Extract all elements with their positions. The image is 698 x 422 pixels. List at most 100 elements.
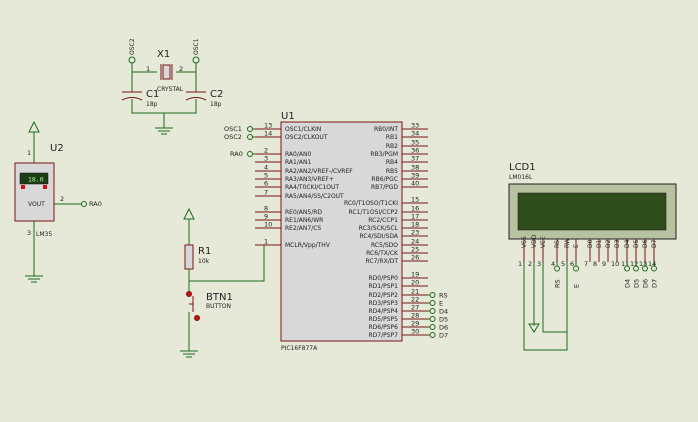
u1-pin-number: 39 [411,172,419,180]
crystal-ground-symbol [155,127,173,135]
lcd1-pin-label: D6 [642,239,649,248]
u1-pin-number: 25 [411,246,419,254]
u1-pin-number: 10 [264,221,272,229]
btn1-button[interactable]: BTN1 BUTTON [186,291,233,321]
lcd1-pin-number: 7 [584,260,588,268]
u2-led-right [43,185,47,189]
u1-pin-label: RB6/PGC [371,176,398,183]
crystal-circuit: OSC2 OSC1 X1 CRYSTAL 1 2 C1 18p C2 18p [121,38,223,135]
u1-pin-number: 7 [264,189,268,197]
u1-pin-label: RB5 [386,168,398,175]
btn1-value: BUTTON [206,303,231,310]
u1-pin-number: 20 [411,279,419,287]
u1-pin-number: 18 [411,221,419,229]
u1-pin-label: RA5/AN4/SS/C2OUT [285,193,344,200]
u2-ground-symbol [25,275,43,283]
u1-pin-label: RA2/AN2/VREF-/CVREF [285,168,353,175]
u1-pin-number: 2 [264,147,268,155]
u1-pin-label: RD0/PSP0 [369,275,399,282]
u1-pin-label: RE2/AN7/CS [285,225,321,232]
x1-value: CRYSTAL [157,86,184,93]
u1-pin-number: 37 [411,155,419,163]
u1-pin-number: 33 [411,122,419,130]
u1-rd-net-label: RS [439,292,448,300]
x1-net-osc1: OSC1 [193,38,200,55]
lcd1-net-label: D4 [624,279,632,288]
u1-pin-label: RC0/T1OSO/T1CKI [344,200,398,207]
u1-net-osc1: OSC1 [224,125,242,133]
u1-ref: U1 [281,111,295,122]
x1-pin2-number: 2 [179,65,183,73]
u1-rd-terminal [429,308,436,314]
lcd1-pin-label: VDD [531,234,538,248]
u1-pin-number: 35 [411,139,419,147]
lcd1-net-label: D7 [651,279,659,288]
u1-pin-number: 15 [411,196,419,204]
u1-pin-number: 30 [411,328,419,336]
u1-pin-label: RD1/PSP1 [369,283,399,290]
btn1-ref: BTN1 [206,292,233,303]
lcd1-pin-label: D7 [651,239,658,248]
u1-pin-label: RD7/PSP7 [369,332,399,339]
u1-pin-number: 6 [264,180,268,188]
lcd1-pin-number: 6 [570,260,574,268]
lcd1-net-terminal [554,265,560,272]
u1-pin-label: RB7/PGD [371,184,398,191]
u1-rd-net-label: D4 [439,308,448,316]
u1-ra0-terminal [247,151,253,157]
lcd1-pin-number: 8 [593,260,597,268]
lcd1-net-label: D5 [633,279,641,288]
u1-pin-label: RC5/SDO [371,242,398,249]
u1-pin-label: RC2/CCP1 [368,217,398,224]
u1-pin-number: 26 [411,254,419,262]
u1-pin-label: RA3/AN3/VREF+ [285,176,334,183]
u1-pin-number: 13 [264,122,272,130]
lcd1-display: LCD1 LM016L VSS1VDD2VEE3RS4RSRW5E6ED07D1… [508,162,677,351]
lcd1-pin-label: D2 [605,239,612,248]
r1-resistor [184,244,194,270]
u1-pin-number: 22 [411,296,419,304]
u1-pin-number: 19 [411,271,419,279]
u1-pin-label: OSC2/CLKOUT [285,134,328,141]
u1-pin-number: 34 [411,130,419,138]
u1-pin-number: 14 [264,130,272,138]
u1-pin-label: RC3/SCK/SCL [359,225,399,232]
lcd1-net-label: D6 [642,279,650,288]
u1-rd-terminal [429,316,436,322]
c1-capacitor: C1 18p [121,89,159,108]
u1-pin-number: 4 [264,164,268,172]
x1-ref: X1 [157,49,170,60]
lcd1-screen [517,192,667,231]
u1-rd-terminal [429,300,436,306]
lcd1-pin-label: VSS [521,236,528,248]
x1-crystal: X1 CRYSTAL 1 2 [146,49,184,93]
u1-rd-net-label: D5 [439,316,448,324]
u1-pin-number: 16 [411,205,419,213]
lcd1-pin-label: VEE [540,236,547,248]
lcd1-pins: VSS1VDD2VEE3RS4RSRW5E6ED07D18D29D310D411… [518,234,659,288]
c1-ref: C1 [146,89,159,100]
lcd1-pin-number: 2 [528,260,532,268]
u1-pin-label: RB2 [386,143,398,150]
r1-ref: R1 [198,246,211,257]
u2-pin1-number: 1 [27,149,31,157]
u1-pin-number: 8 [264,205,268,213]
u1-pin-number: 23 [411,229,419,237]
u1-rd-net-label: D6 [439,324,448,332]
u1-pin-number: 1 [264,238,268,246]
schematic-canvas: OSC2 OSC1 X1 CRYSTAL 1 2 C1 18p C2 18p 1… [14,38,677,358]
x1-pin1-number: 1 [146,65,150,73]
c2-value: 18p [210,101,222,108]
u1-pin-label: OSC1/CLKIN [285,126,321,133]
u1-pin-label: RD4/PSP4 [369,308,399,315]
u1-pin-number: 29 [411,320,419,328]
c2-ref: C2 [210,89,223,100]
u1-pin-label: RC6/TX/CK [366,250,399,257]
u2-vout-label: VOUT [28,201,45,208]
lcd1-net-terminal [573,265,579,272]
u2-ra0-terminal [81,201,87,207]
u2-ref: U2 [50,143,64,154]
lcd1-pin-number: 10 [611,260,619,268]
c1-value: 18p [146,101,158,108]
u1-pin-number: 27 [411,304,419,312]
